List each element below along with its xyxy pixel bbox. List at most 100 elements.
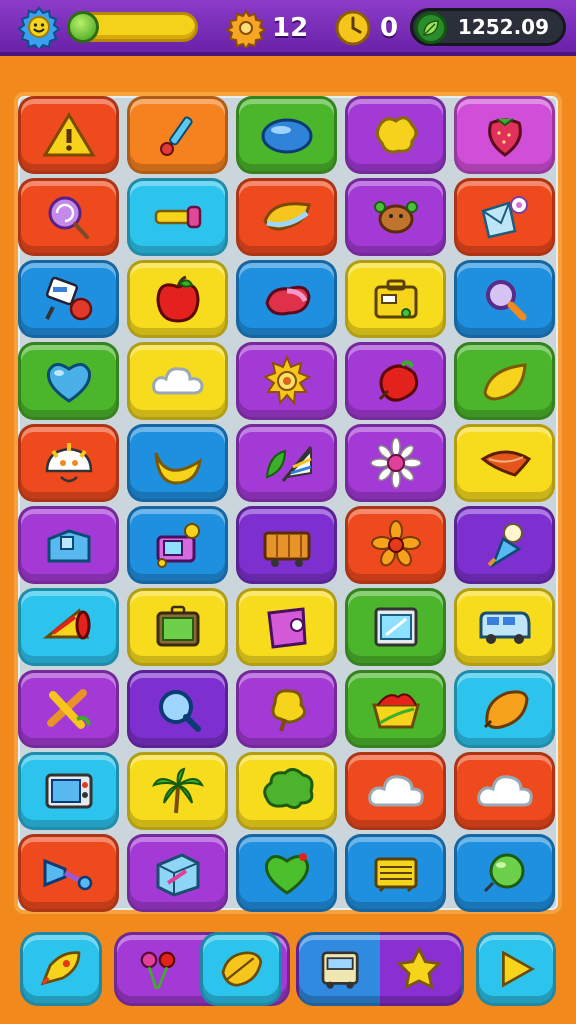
tile-camper-van[interactable] xyxy=(454,588,555,666)
tile-magnifier[interactable] xyxy=(454,260,555,338)
trumpet-icon xyxy=(43,858,92,891)
tile-flashlight[interactable] xyxy=(127,178,228,256)
tile-yellow-blob[interactable] xyxy=(345,96,446,174)
tile-strawberry-fruit[interactable] xyxy=(454,96,555,174)
orange-lemon-icon xyxy=(483,690,529,729)
tile-blue-gem[interactable] xyxy=(236,96,337,174)
wing-gem-icon xyxy=(262,202,311,231)
tile-green-ball[interactable] xyxy=(454,834,555,912)
bus-button[interactable] xyxy=(314,944,368,994)
leaf-icon xyxy=(415,12,447,44)
tile-cloud[interactable] xyxy=(127,342,228,420)
tile-monitor[interactable] xyxy=(345,588,446,666)
red-fruit-icon xyxy=(378,360,418,402)
tile-tv-screen[interactable] xyxy=(18,752,119,830)
star-button[interactable] xyxy=(392,944,446,994)
clock-icon xyxy=(335,10,371,46)
tile-palm-tree[interactable] xyxy=(127,752,228,830)
tile-purple-jar[interactable] xyxy=(236,588,337,666)
tile-green-heart[interactable] xyxy=(236,834,337,912)
tile-trumpet[interactable] xyxy=(18,834,119,912)
sun-icon xyxy=(262,355,311,406)
vehicle-star-group xyxy=(296,932,464,1006)
paintbrush-icon xyxy=(159,116,193,156)
envelope-flower-icon xyxy=(481,196,528,239)
tile-flag-leaf[interactable] xyxy=(236,424,337,502)
strawberry-fruit-icon xyxy=(487,118,522,157)
warning-sign-icon xyxy=(41,112,96,157)
monitor-icon xyxy=(374,607,417,647)
tile-blue-magnifier[interactable] xyxy=(127,670,228,748)
blue-box-icon xyxy=(47,529,90,563)
green-heart-icon xyxy=(264,853,309,895)
yellow-tree-icon xyxy=(271,689,306,732)
tile-grid xyxy=(18,96,558,912)
tile-yellow-leaf[interactable] xyxy=(454,342,555,420)
tile-megaphone[interactable] xyxy=(18,588,119,666)
pretzel-knot-icon xyxy=(46,689,91,729)
score-value: 1252.09 xyxy=(457,15,549,39)
tile-cloud-pair[interactable] xyxy=(454,752,555,830)
tile-lollipop[interactable] xyxy=(18,178,119,256)
tile-envelope-flower[interactable] xyxy=(454,178,555,256)
tile-yellow-radiator[interactable] xyxy=(345,834,446,912)
tile-orange-slice[interactable] xyxy=(454,424,555,502)
tile-daisy[interactable] xyxy=(345,424,446,502)
tile-tablet[interactable] xyxy=(127,588,228,666)
cloud-icon xyxy=(151,367,204,395)
tile-crab-creature[interactable] xyxy=(345,178,446,256)
gift-box-icon xyxy=(156,853,199,897)
tile-paintbrush[interactable] xyxy=(127,96,228,174)
tile-warning-sign[interactable] xyxy=(18,96,119,174)
play-arrow-icon xyxy=(502,950,535,988)
tile-pretzel-knot[interactable] xyxy=(18,670,119,748)
cannon-tool-icon xyxy=(44,276,92,321)
tile-robot-camera[interactable] xyxy=(127,506,228,584)
tile-delivery-truck[interactable] xyxy=(236,506,337,584)
play-button[interactable] xyxy=(476,932,556,1006)
blue-gem-icon xyxy=(261,118,312,154)
tile-blue-box[interactable] xyxy=(18,506,119,584)
gears-counter: 12 xyxy=(226,8,308,48)
orange-slice-icon xyxy=(479,450,531,477)
settings-button[interactable] xyxy=(18,6,60,48)
tile-wing-gem[interactable] xyxy=(236,178,337,256)
bottom-toolbar xyxy=(0,920,576,1024)
tile-yellow-tree[interactable] xyxy=(236,670,337,748)
suitcase-icon xyxy=(374,279,417,319)
top-bar: 12 0 1252.09 xyxy=(0,0,576,56)
tile-orange-lemon[interactable] xyxy=(454,670,555,748)
robot-camera-icon xyxy=(156,523,200,568)
yellow-blob-icon xyxy=(375,116,417,154)
cherries-icon xyxy=(140,951,176,990)
tile-orange-flower[interactable] xyxy=(345,506,446,584)
tile-cannon-tool[interactable] xyxy=(18,260,119,338)
tile-sunny-face[interactable] xyxy=(18,424,119,502)
ice-cream-icon xyxy=(487,523,523,569)
tile-blue-heart[interactable] xyxy=(18,342,119,420)
banana-icon xyxy=(154,452,202,485)
tile-red-candy[interactable] xyxy=(236,260,337,338)
tile-banana[interactable] xyxy=(127,424,228,502)
rocket-button[interactable] xyxy=(20,932,102,1006)
cherries-button[interactable] xyxy=(131,944,185,994)
tile-red-fruit[interactable] xyxy=(345,342,446,420)
tile-red-apple[interactable] xyxy=(127,260,228,338)
tile-gift-box[interactable] xyxy=(127,834,228,912)
gears-count: 12 xyxy=(272,13,309,43)
tile-suitcase[interactable] xyxy=(345,260,446,338)
tile-sun[interactable] xyxy=(236,342,337,420)
tile-white-cloud[interactable] xyxy=(345,752,446,830)
salad-bowl-icon xyxy=(371,693,420,729)
red-candy-icon xyxy=(264,285,311,316)
cloud-pair-icon xyxy=(476,775,533,807)
palm-tree-icon xyxy=(151,767,204,814)
leaf-badge-button[interactable] xyxy=(200,932,282,1006)
tile-ice-cream[interactable] xyxy=(454,506,555,584)
tile-green-bush[interactable] xyxy=(236,752,337,830)
bus-icon xyxy=(321,951,359,989)
tile-salad-bowl[interactable] xyxy=(345,670,446,748)
sunny-face-icon xyxy=(45,443,92,483)
crab-creature-icon xyxy=(373,201,418,234)
flag-leaf-icon xyxy=(265,446,312,482)
